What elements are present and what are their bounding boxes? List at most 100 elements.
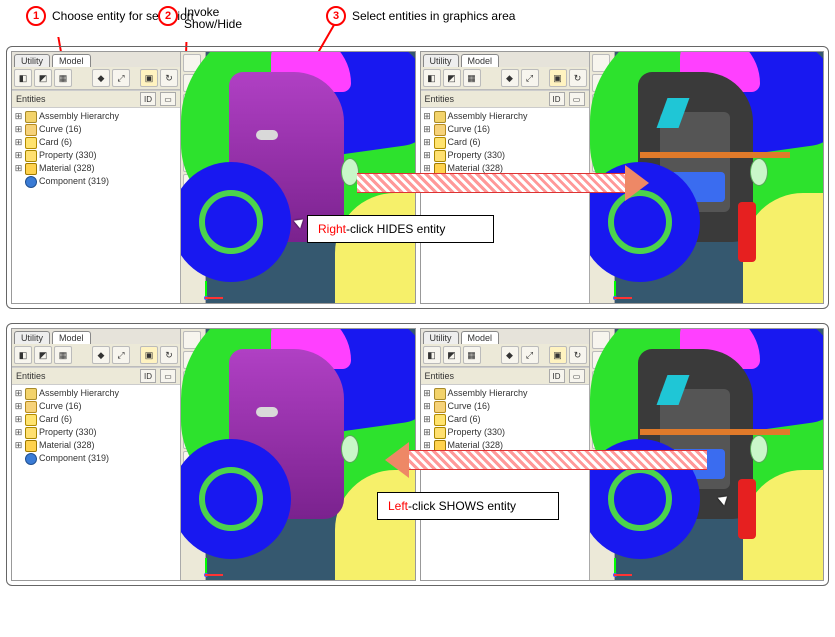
browser-toolbar: ◧◩▦ ◆⤢ ▣↻	[421, 67, 589, 90]
tab-utility[interactable]: Utility	[14, 331, 50, 344]
tree-item-property[interactable]: ⊞Property (330)	[14, 426, 178, 439]
tree-item-component[interactable]: Component (319)	[14, 452, 178, 465]
toolbar-button[interactable]: ◧	[423, 346, 441, 364]
hide-note-rest: -click HIDES entity	[346, 222, 445, 236]
toolbar-button[interactable]: ◧	[14, 346, 32, 364]
tree-item-curve[interactable]: ⊞Curve (16)	[423, 123, 587, 136]
toolbar-button[interactable]: ⤢	[112, 346, 130, 364]
browser-tabs: Utility Model	[421, 329, 589, 344]
tree-item-curve[interactable]: ⊞Curve (16)	[423, 400, 587, 413]
toolbar-button[interactable]: ◆	[501, 346, 519, 364]
tab-utility[interactable]: Utility	[423, 54, 459, 67]
callout-2-number: 2	[158, 6, 178, 26]
toolbar-button[interactable]: ⤢	[521, 346, 539, 364]
id-column-header: ID	[140, 92, 156, 106]
tree-item-property[interactable]: ⊞Property (330)	[423, 426, 587, 439]
entities-header: Entities ID ▭	[12, 90, 180, 108]
entities-header-label: Entities	[16, 94, 136, 104]
graphics-area[interactable]	[181, 329, 415, 580]
toolbar-button[interactable]: ◩	[443, 346, 461, 364]
toolbar-button[interactable]: ◧	[14, 69, 32, 87]
toolbar-button[interactable]: ◆	[92, 346, 110, 364]
axis-triad-icon	[614, 277, 636, 299]
tree-item-property[interactable]: ⊞Property (330)	[14, 149, 178, 162]
callout-3-label: Select entities in graphics area	[352, 9, 515, 23]
entity-tree: ⊞Assembly Hierarchy ⊞Curve (16) ⊞Card (6…	[12, 108, 180, 190]
entities-header-button[interactable]: ▭	[160, 92, 176, 106]
tab-model[interactable]: Model	[461, 331, 500, 344]
toolbar-button[interactable]: ⤢	[521, 69, 539, 87]
browser-toolbar: ◧ ◩ ▦ ◆ ⤢ ▣ ↻	[12, 67, 180, 90]
toolbar-button[interactable]: ◩	[34, 346, 52, 364]
material-icon	[25, 163, 37, 175]
axis-triad-icon	[205, 277, 227, 299]
top-panel-pair: Utility Model ◧ ◩ ▦ ◆ ⤢ ▣ ↻ Entities ID …	[6, 46, 829, 309]
hide-note: Right-click HIDES entity	[307, 215, 494, 243]
selector-entity-button[interactable]: ▣	[140, 346, 158, 364]
hierarchy-icon	[25, 111, 37, 123]
tab-utility[interactable]: Utility	[423, 331, 459, 344]
show-hide-button[interactable]: ↻	[160, 69, 178, 87]
show-hide-button[interactable]: ↻	[160, 346, 178, 364]
tree-item-assembly[interactable]: ⊞Assembly Hierarchy	[423, 110, 587, 123]
tab-model[interactable]: Model	[52, 54, 91, 67]
axis-triad-icon	[614, 554, 636, 576]
toolbar-button[interactable]: ◩	[34, 69, 52, 87]
toolbar-button[interactable]: ⤢	[112, 69, 130, 87]
tree-item-component[interactable]: Component (319)	[14, 175, 178, 188]
selector-entity-button[interactable]: ▣	[549, 69, 567, 87]
app-window-left-bottom: Utility Model ◧◩▦ ◆⤢ ▣↻ Entities ID ▭ ⊞Ass…	[11, 328, 416, 581]
toolbar-button[interactable]: ◆	[92, 69, 110, 87]
toolbar-button[interactable]: ◆	[501, 69, 519, 87]
entities-header: Entities ID ▭	[421, 90, 589, 108]
hide-note-prefix: Right	[318, 222, 346, 236]
show-hide-button[interactable]: ↻	[569, 346, 587, 364]
browser-toolbar: ◧◩▦ ◆⤢ ▣↻	[421, 344, 589, 367]
instruction-callouts: 1 Choose entity for selection 2 Invoke S…	[6, 6, 829, 46]
tree-item-assembly[interactable]: ⊞Assembly Hierarchy	[423, 387, 587, 400]
bottom-panel-pair: Utility Model ◧◩▦◆⤢▣↻ Entities ID ▭ ⊞Ass…	[6, 323, 829, 586]
curve-icon	[25, 124, 37, 136]
tree-item-assembly[interactable]: ⊞Assembly Hierarchy	[14, 110, 178, 123]
tree-item-material[interactable]: ⊞Material (328)	[14, 439, 178, 452]
model-browser: Utility Model ◧◩▦ ◆⤢ ▣↻ Entities ID ▭ ⊞Ass…	[12, 329, 181, 580]
tab-model[interactable]: Model	[461, 54, 500, 67]
tree-item-assembly[interactable]: ⊞Assembly Hierarchy	[14, 387, 178, 400]
toolbar-button[interactable]: ◩	[443, 69, 461, 87]
toolbar-button[interactable]: ▦	[54, 69, 72, 87]
entity-tree: ⊞Assembly Hierarchy ⊞Curve (16) ⊞Card (6…	[12, 385, 180, 467]
tab-model[interactable]: Model	[52, 331, 91, 344]
selector-entity-button[interactable]: ▣	[140, 69, 158, 87]
entities-header-button[interactable]: ▭	[569, 369, 585, 383]
entities-header-button[interactable]: ▭	[160, 369, 176, 383]
tree-item-card[interactable]: ⊞Card (6)	[14, 136, 178, 149]
property-icon	[25, 150, 37, 162]
entities-header: Entities ID ▭	[12, 367, 180, 385]
selector-entity-button[interactable]: ▣	[549, 346, 567, 364]
tree-item-card[interactable]: ⊞Card (6)	[14, 413, 178, 426]
tree-item-card[interactable]: ⊞Card (6)	[423, 413, 587, 426]
tree-item-material[interactable]: ⊞Material (328)	[14, 162, 178, 175]
axis-triad-icon	[205, 554, 227, 576]
toolbar-button[interactable]: ▦	[54, 346, 72, 364]
show-note: Left-click SHOWS entity	[377, 492, 559, 520]
tree-item-card[interactable]: ⊞Card (6)	[423, 136, 587, 149]
entities-header: Entities ID ▭	[421, 367, 589, 385]
entities-header-button[interactable]: ▭	[569, 92, 585, 106]
callout-2-label: Invoke Show/Hide	[184, 6, 242, 30]
tree-item-curve[interactable]: ⊞Curve (16)	[14, 400, 178, 413]
toolbar-button[interactable]: ▦	[463, 69, 481, 87]
show-hide-button[interactable]: ↻	[569, 69, 587, 87]
browser-tabs: Utility Model	[421, 52, 589, 67]
toolbar-button[interactable]: ▦	[463, 346, 481, 364]
tree-item-curve[interactable]: ⊞Curve (16)	[14, 123, 178, 136]
browser-toolbar: ◧◩▦ ◆⤢ ▣↻	[12, 344, 180, 367]
tab-utility[interactable]: Utility	[14, 54, 50, 67]
card-icon	[25, 137, 37, 149]
tree-item-property[interactable]: ⊞Property (330)	[423, 149, 587, 162]
toolbar-button[interactable]: ◧	[423, 69, 441, 87]
callout-3-number: 3	[326, 6, 346, 26]
callout-3: 3 Select entities in graphics area	[326, 6, 515, 26]
app-window-left-top: Utility Model ◧ ◩ ▦ ◆ ⤢ ▣ ↻ Entities ID …	[11, 51, 416, 304]
callout-2: 2 Invoke Show/Hide	[158, 6, 242, 30]
